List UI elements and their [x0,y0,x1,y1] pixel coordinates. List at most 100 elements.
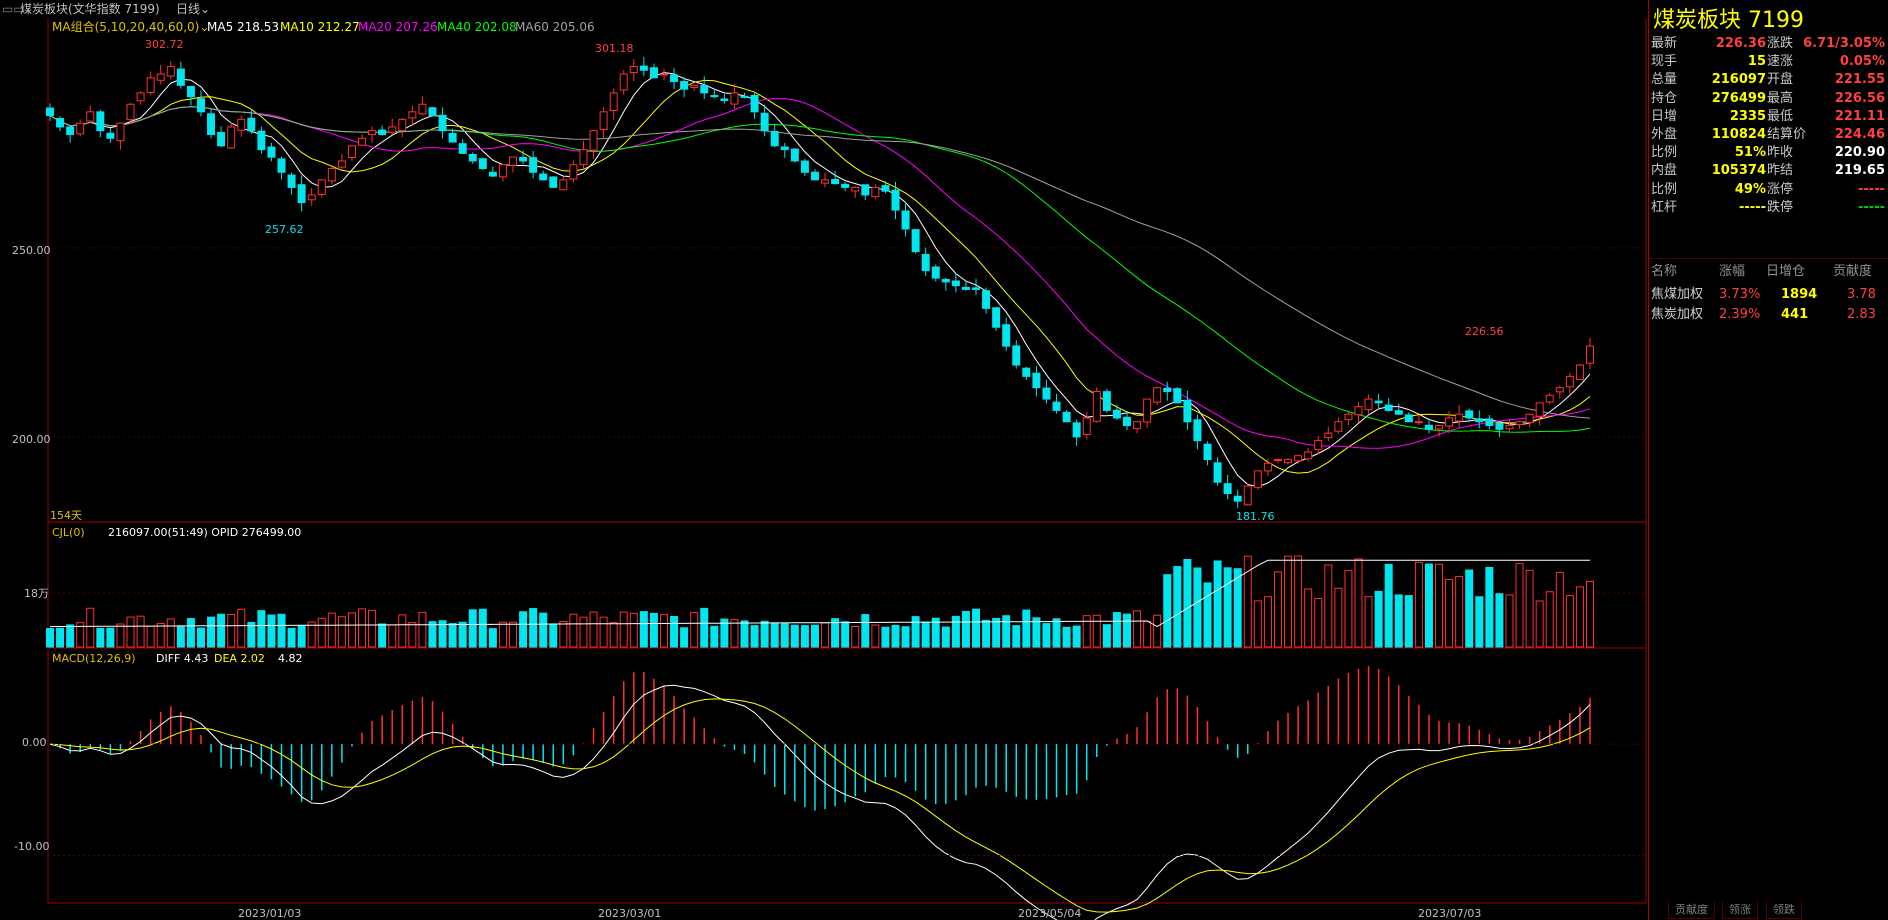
candle-body [1404,414,1413,423]
volume-bar [911,616,920,648]
quote-row: 杠杆 ----- 跌停 ----- [1649,197,1887,219]
volume-bar [1102,624,1111,648]
candle-body [428,107,437,117]
volume-bar [448,623,457,648]
candle-body [66,126,75,135]
candle-body [680,81,689,90]
candle-body [1586,345,1594,364]
volume-bar [428,621,437,648]
volume-bar [1012,625,1021,648]
volume-bar [780,623,789,648]
contrib-row[interactable]: 焦煤加权 3.73% 1894 3.78 [1649,284,1888,306]
candle-body [1495,422,1504,430]
volume-bar [1515,563,1524,648]
candle-body [227,126,236,149]
volume-bar [297,625,306,648]
candle-body [56,117,65,128]
volume-bar [488,628,497,648]
macd-legend-name[interactable]: MACD(12,26,9) [52,652,136,665]
contrib-header-cell[interactable]: 涨幅 [1719,261,1745,283]
volume-bar [710,625,719,648]
volume-bar [1435,563,1444,648]
candle-body [1294,455,1303,462]
kline-chart[interactable]: 302.72 301.18 257.62 181.76 226.56 250.0… [0,18,1648,920]
contrib-inc: 1894 [1781,287,1818,302]
candle-body [1233,495,1242,502]
contrib-header: 名称 涨幅 日增仓 贡献度 [1649,261,1888,283]
candle-body [740,95,749,98]
volume-bar [277,613,286,648]
candle-body [257,130,266,151]
volume-bar [66,624,75,648]
volume-bar [1555,572,1564,648]
candle-body [146,77,155,94]
volume-bar [1404,595,1413,648]
candle-body [1284,459,1293,464]
candle-body [720,98,729,101]
volume-bar [509,621,518,648]
candle-body [1072,422,1081,438]
volume-bar [1273,571,1282,648]
tab-top-losers[interactable]: 领跌 [1766,902,1802,919]
candle-body [1243,485,1252,506]
volume-bar [1193,567,1202,648]
candle-body [1445,417,1454,427]
candle-body [609,92,618,111]
candle-body [1364,398,1373,411]
volume-bar [267,614,276,648]
volume-bar [750,625,759,648]
volume-bar [468,609,477,648]
contrib-pct: 3.73% [1719,287,1761,302]
candle-body [1102,391,1111,411]
candle-body [1193,419,1202,442]
chevron-down-icon: ⌄ [200,2,211,16]
tab-top-gainers[interactable]: 领涨 [1722,902,1758,919]
volume-bar [217,613,226,648]
volume-bar [1233,568,1242,648]
candle-body [1092,390,1101,422]
volume-bar [1354,558,1363,648]
candle-body [166,65,175,77]
volume-bar [136,615,145,648]
volume-bar [821,622,830,648]
candle-body [1525,413,1534,424]
candle-body [841,183,850,188]
candle-body [1213,462,1222,483]
period-selector[interactable]: 日线⌄ [176,0,210,18]
x-label-0703: 2023/07/03 [1418,907,1481,920]
contrib-row[interactable]: 焦炭加权 2.39% 441 2.83 [1649,304,1888,326]
candle-body [388,126,397,133]
contrib-header-cell[interactable]: 贡献度 [1833,261,1872,283]
volume-bar [982,619,991,648]
volume-bar [1052,618,1061,648]
tab-contribution[interactable]: 贡献度 [1668,902,1715,919]
candle-body [237,118,246,131]
vol-legend-name[interactable]: CJL(0) [52,526,85,539]
volume-bar [921,621,930,648]
volume-bar [347,612,356,648]
candle-body [1565,375,1574,388]
volume-bar [1122,613,1131,648]
volume-bar [881,626,890,648]
candle-body [1122,416,1131,427]
ma-lines [49,71,1591,488]
candle-body [1334,421,1343,432]
candle-body [549,176,558,188]
candle-body [1475,418,1484,423]
candle-body [1012,345,1021,366]
contrib-header-cell[interactable]: 名称 [1651,261,1677,283]
candle-body [710,95,719,98]
contrib-value: 2.83 [1847,307,1876,322]
volume-bar [690,612,699,648]
contrib-inc: 441 [1781,307,1809,322]
volume-bar [186,618,195,648]
candle-body [1253,470,1262,488]
volume-bar [1072,625,1081,648]
candle-body [972,287,981,290]
contrib-header-cell[interactable]: 日增仓 [1766,261,1805,283]
volume-bar [1455,576,1464,648]
candle-body [186,85,195,98]
candle-body [1153,387,1162,403]
candle-body [961,286,970,290]
volume-bar [1092,614,1101,648]
